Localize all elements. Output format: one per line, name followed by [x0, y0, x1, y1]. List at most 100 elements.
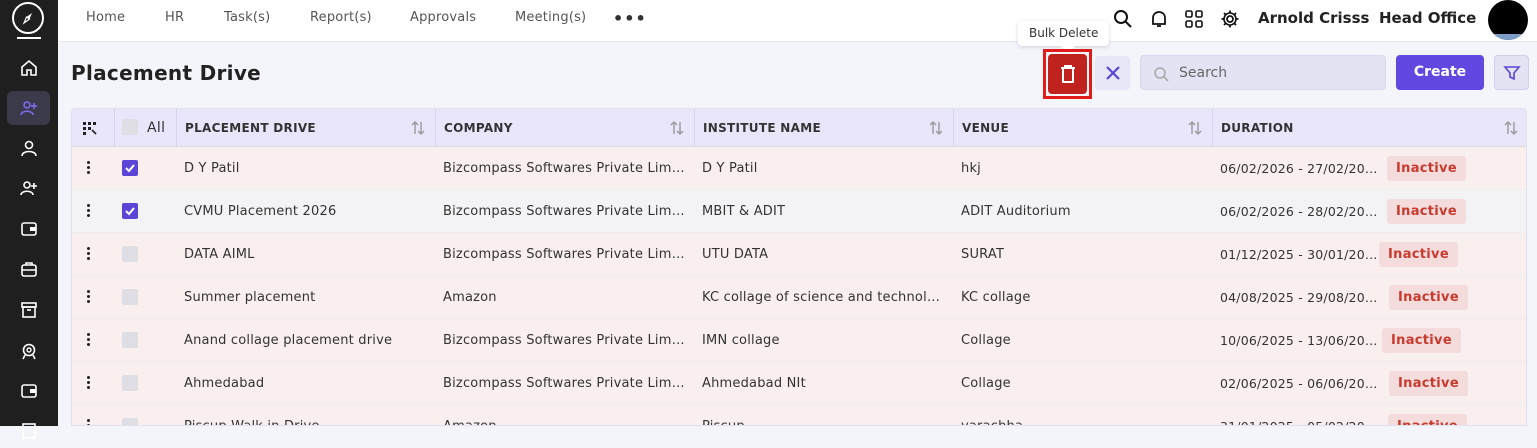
filter-button[interactable] [1494, 55, 1529, 90]
nav-reports[interactable]: Report(s) [310, 10, 372, 25]
cell-placement-drive[interactable]: D Y Patil [184, 147, 429, 190]
column-label: DURATION [1221, 121, 1294, 135]
column-header-institute-name[interactable]: INSTITUTE NAME [694, 109, 953, 147]
cell-institute-name: KC collage of science and technology [702, 290, 942, 305]
row-actions-icon[interactable] [87, 376, 91, 390]
sort-icon[interactable] [1188, 120, 1202, 136]
cell-company: Bizcompass Softwares Private Limited [443, 204, 687, 219]
sort-icon[interactable] [1504, 120, 1518, 136]
bell-icon[interactable] [1149, 9, 1169, 29]
cell-institute-name: IMN collage [702, 333, 780, 348]
bulk-delete-button[interactable] [1048, 54, 1087, 94]
table-row[interactable]: Anand collage placement drive Bizcompass … [72, 319, 1526, 362]
sidebar-wallet-icon[interactable] [7, 212, 50, 246]
create-button[interactable]: Create [1396, 55, 1484, 90]
cell-placement-drive[interactable]: Ahmedabad [184, 362, 429, 405]
cell-placement-drive[interactable]: CVMU Placement 2026 [184, 190, 429, 233]
cell-company: Bizcompass Softwares Private Limited [443, 376, 687, 391]
user-name[interactable]: Arnold Crisss [1258, 9, 1369, 27]
cell-company: Amazon [443, 405, 687, 425]
cell-institute-name: UTU DATA [702, 247, 769, 262]
check-icon [125, 164, 135, 173]
column-header-venue[interactable]: VENUE [953, 109, 1212, 147]
apps-grid-icon[interactable] [1184, 9, 1204, 29]
table-header: All PLACEMENT DRIVE COMPANY INSTITUTE NA… [72, 109, 1526, 147]
nav-approvals[interactable]: Approvals [410, 10, 476, 25]
sidebar-add-user-icon[interactable] [7, 171, 50, 205]
search-box [1140, 55, 1386, 90]
cell-placement-drive[interactable]: Anand collage placement drive [184, 319, 429, 362]
trash-icon [1060, 65, 1075, 83]
sort-icon[interactable] [929, 120, 943, 136]
row-checkbox[interactable] [122, 160, 138, 176]
sort-icon[interactable] [670, 120, 684, 136]
row-actions-icon[interactable] [87, 204, 91, 218]
cell-placement-drive[interactable]: DATA AIML [184, 233, 429, 276]
sidebar-wallet-2-icon[interactable] [7, 374, 50, 408]
nav-hr[interactable]: HR [165, 10, 184, 25]
sidebar-award-icon[interactable] [7, 334, 50, 368]
select-all-checkbox[interactable] [122, 119, 138, 135]
cell-institute-name: D Y Patil [702, 161, 758, 176]
cell-venue: SURAT [961, 247, 1005, 262]
sidebar-user-icon[interactable] [7, 131, 50, 165]
table-row[interactable]: DATA AIML Bizcompass Softwares Private Li… [72, 233, 1526, 276]
row-checkbox[interactable] [122, 289, 138, 305]
cell-duration: 02/06/2025 - 06/06/2025 [1220, 376, 1380, 391]
check-icon [125, 207, 135, 216]
row-checkbox[interactable] [122, 332, 138, 348]
search-icon[interactable] [1113, 9, 1133, 29]
cell-company: Bizcompass Softwares Private Limited [443, 161, 687, 176]
sort-icon[interactable] [411, 120, 425, 136]
sidebar-briefcase-icon[interactable] [7, 252, 50, 286]
filter-icon [1502, 65, 1521, 80]
clear-selection-button[interactable] [1095, 56, 1130, 90]
placement-drive-table: All PLACEMENT DRIVE COMPANY INSTITUTE NA… [71, 108, 1527, 426]
sidebar-placement-icon[interactable] [7, 91, 50, 125]
page-title: Placement Drive [71, 61, 262, 85]
select-all-label: All [147, 120, 166, 136]
row-actions-icon[interactable] [87, 290, 91, 304]
row-checkbox[interactable] [122, 375, 138, 391]
cell-placement-drive[interactable]: Piscup Walk in Drive [184, 405, 429, 425]
table-row[interactable]: D Y Patil Bizcompass Softwares Private Li… [72, 147, 1526, 190]
search-input[interactable] [1179, 56, 1379, 89]
column-header-placement-drive[interactable]: PLACEMENT DRIVE [176, 109, 435, 147]
cell-institute-name: MBIT & ADIT [702, 204, 786, 219]
sidebar-more-icon[interactable] [7, 414, 50, 448]
table-row[interactable]: Ahmedabad Bizcompass Softwares Private Li… [72, 362, 1526, 405]
nav-tasks[interactable]: Task(s) [224, 10, 270, 25]
cell-placement-drive[interactable]: Summer placement [184, 276, 429, 319]
row-actions-icon[interactable] [87, 247, 91, 261]
row-actions-icon[interactable] [87, 419, 91, 425]
column-header-company[interactable]: COMPANY [435, 109, 694, 147]
column-header-duration[interactable]: DURATION [1212, 109, 1526, 147]
status-badge: Inactive [1379, 242, 1458, 267]
nav-meetings[interactable]: Meeting(s) [515, 10, 586, 25]
office-selector[interactable]: Head Office [1379, 9, 1476, 27]
nav-home[interactable]: Home [86, 10, 125, 25]
table-row[interactable]: CVMU Placement 2026 Bizcompass Softwares … [72, 190, 1526, 233]
sidebar-archive-icon[interactable] [7, 293, 50, 327]
row-checkbox[interactable] [122, 246, 138, 262]
table-row[interactable]: Summer placement Amazon KC collage of scie… [72, 276, 1526, 319]
row-checkbox[interactable] [122, 203, 138, 219]
row-actions-icon[interactable] [87, 333, 91, 347]
gear-icon[interactable] [1220, 9, 1240, 29]
sidebar-home-icon[interactable] [7, 51, 50, 85]
nav-more-icon[interactable]: ••• [613, 9, 647, 28]
cell-company: Amazon [443, 290, 497, 305]
cell-duration: 06/02/2026 - 27/02/2026 [1220, 161, 1380, 176]
row-checkbox[interactable] [122, 418, 138, 425]
table-row[interactable]: Piscup Walk in Drive Amazon Piscup varachha… [72, 405, 1526, 425]
status-badge: Inactive [1389, 371, 1468, 396]
cell-duration: 31/01/2025 - 05/02/2025 [1220, 405, 1380, 425]
cell-duration: 01/12/2025 - 30/01/2026 [1220, 247, 1380, 262]
cell-company: Bizcompass Softwares Private Limited [443, 333, 687, 348]
avatar[interactable] [1488, 0, 1528, 40]
row-actions-icon[interactable] [87, 161, 91, 175]
cell-venue: Collage [961, 376, 1011, 391]
column-grid-icon[interactable] [83, 121, 97, 135]
compass-logo-icon[interactable] [12, 2, 44, 34]
select-all-cell: All [114, 109, 176, 147]
